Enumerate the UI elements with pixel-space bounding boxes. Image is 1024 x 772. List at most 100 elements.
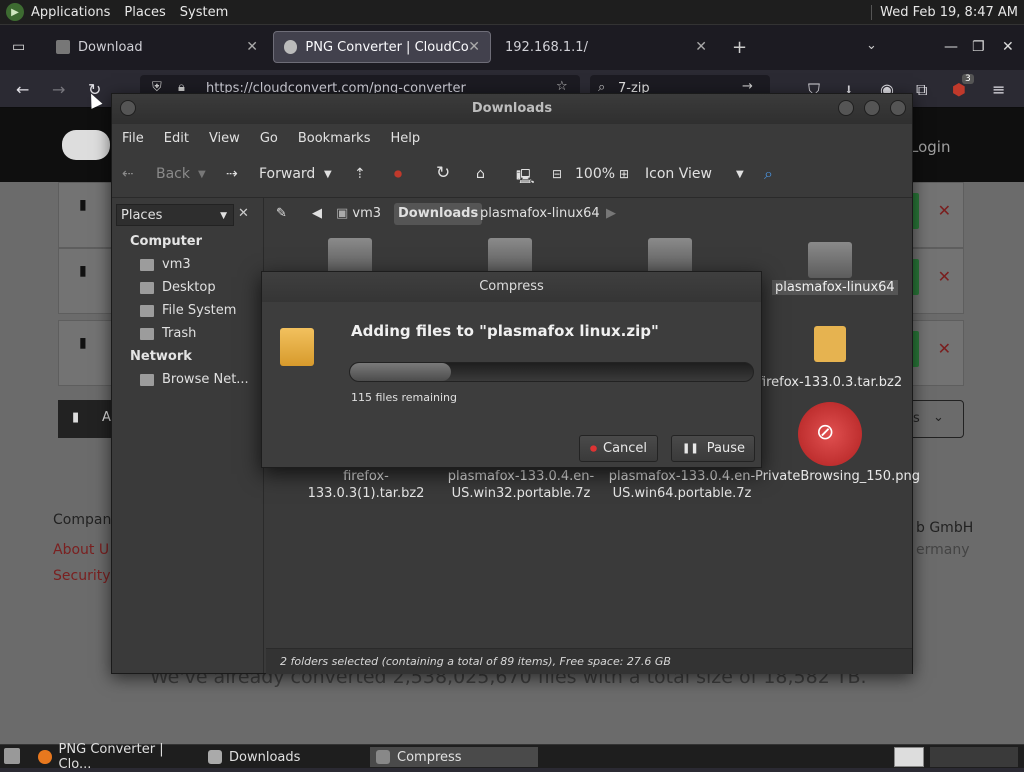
- sidebar-item-filesystem[interactable]: File System: [140, 303, 236, 318]
- menu-file[interactable]: File: [122, 131, 144, 146]
- close-window-icon[interactable]: ✕: [1002, 39, 1014, 55]
- close-sidebar-icon[interactable]: ✕: [238, 206, 249, 221]
- panel-menu-applications[interactable]: Applications: [24, 5, 117, 20]
- breadcrumb-vm3[interactable]: ▣ vm3: [332, 203, 385, 225]
- drive-icon: [140, 304, 154, 317]
- file-label-plasmafox-win64[interactable]: plasmafox-133.0.4.en-US.win64.portable.7…: [607, 468, 757, 502]
- file-label-firefox[interactable]: firefox-133.0.3.tar.bz2: [755, 374, 905, 391]
- login-link[interactable]: Login: [910, 138, 950, 156]
- maximize-icon[interactable]: ❐: [972, 39, 985, 55]
- back-button[interactable]: Back: [156, 166, 190, 182]
- panel-menu-system[interactable]: System: [173, 5, 235, 20]
- minimize-icon[interactable]: [838, 100, 854, 116]
- back-history-chevron-icon[interactable]: ▼: [198, 169, 206, 180]
- add-files-button[interactable]: ▮ A: [58, 400, 118, 438]
- folder-icon[interactable]: [488, 238, 532, 274]
- forward-history-chevron-icon[interactable]: ▼: [324, 169, 332, 180]
- home-icon[interactable]: ⌂: [476, 166, 485, 182]
- hamburger-menu-icon[interactable]: ≡: [992, 80, 1005, 99]
- up-arrow-icon[interactable]: ⇡: [354, 166, 366, 182]
- menu-go[interactable]: Go: [260, 131, 278, 146]
- workspace-switcher-empty[interactable]: [930, 747, 1018, 767]
- footer-about-link[interactable]: About U: [53, 542, 109, 558]
- taskbar-item-compress[interactable]: Compress: [370, 747, 538, 767]
- tab-close-icon[interactable]: ✕: [468, 39, 480, 55]
- private-browsing-image-icon[interactable]: ⊘: [798, 402, 862, 466]
- workspace-switcher[interactable]: [894, 747, 924, 767]
- archive-icon[interactable]: [814, 326, 846, 362]
- footer-company-heading: Compan: [53, 512, 112, 528]
- file-label-private-png[interactable]: PrivateBrowsing_150.png: [755, 468, 920, 485]
- zoom-out-icon[interactable]: ⊟: [552, 167, 562, 181]
- pause-button-label: Pause: [706, 441, 745, 456]
- view-mode-select[interactable]: Icon View: [645, 166, 712, 182]
- tab-png-converter[interactable]: PNG Converter | CloudConv ✕: [273, 31, 491, 63]
- panel-clock[interactable]: Wed Feb 19, 8:47 AM: [871, 4, 1024, 20]
- zoom-level[interactable]: 100%: [575, 166, 615, 182]
- tab-close-icon[interactable]: ✕: [246, 39, 258, 55]
- file-label-plasmafox-win32[interactable]: plasmafox-133.0.4.en-US.win32.portable.7…: [446, 468, 596, 502]
- forward-arrow-icon[interactable]: →: [52, 80, 65, 99]
- taskbar-item-firefox[interactable]: PNG Converter | Clo...: [32, 742, 202, 772]
- cancel-button[interactable]: ⏺ Cancel: [579, 435, 659, 462]
- new-tab-icon[interactable]: +: [732, 37, 747, 58]
- sidebar-selector[interactable]: Places ▼: [116, 204, 234, 226]
- window-menu-icon[interactable]: [120, 100, 136, 116]
- breadcrumb-left-icon[interactable]: ◀: [308, 203, 326, 225]
- folder-icon[interactable]: [648, 238, 692, 274]
- breadcrumb-plasmafox[interactable]: plasmafox-linux64: [476, 203, 604, 225]
- menu-help[interactable]: Help: [390, 131, 420, 146]
- edit-location-icon[interactable]: ✎: [272, 203, 291, 225]
- menu-edit[interactable]: Edit: [164, 131, 189, 146]
- stop-icon[interactable]: ⏺: [394, 164, 402, 184]
- close-window-icon[interactable]: [890, 100, 906, 116]
- cloudconvert-logo-icon[interactable]: [62, 130, 110, 160]
- remove-file-icon[interactable]: ✕: [938, 201, 951, 220]
- file-label-firefox-1[interactable]: firefox-133.0.3(1).tar.bz2: [291, 468, 441, 502]
- tab-download[interactable]: Download ✕: [46, 31, 268, 63]
- forward-button[interactable]: Forward: [259, 166, 315, 182]
- sidebar-selector-label: Places: [121, 208, 163, 223]
- forward-arrow-icon[interactable]: ⇢: [226, 166, 238, 182]
- bookmark-star-icon[interactable]: ☆: [556, 79, 568, 94]
- remove-file-icon[interactable]: ✕: [938, 267, 951, 286]
- sidebar-item-trash[interactable]: Trash: [140, 326, 196, 341]
- folder-icon[interactable]: [808, 242, 852, 278]
- minimize-icon[interactable]: —: [944, 39, 958, 55]
- tab-close-icon[interactable]: ✕: [695, 39, 707, 55]
- sidebar-item-vm3[interactable]: vm3: [140, 257, 191, 272]
- search-icon[interactable]: ⌕: [764, 164, 773, 184]
- back-arrow-icon[interactable]: ⇠: [122, 166, 134, 182]
- taskbar-item-downloads[interactable]: Downloads: [202, 747, 368, 767]
- search-go-icon[interactable]: →: [742, 79, 753, 94]
- tab-label: PNG Converter | CloudConv: [305, 39, 469, 55]
- eye-slash-icon: ⊘: [816, 420, 835, 445]
- chevron-down-icon: ⌄: [933, 410, 944, 425]
- maximize-icon[interactable]: [864, 100, 880, 116]
- file-label-plasmafox-folder[interactable]: plasmafox-linux64: [772, 280, 898, 295]
- footer-security-link[interactable]: Security: [53, 568, 111, 584]
- breadcrumb-downloads[interactable]: Downloads: [394, 203, 483, 225]
- back-arrow-icon[interactable]: ←: [16, 80, 29, 99]
- panel-menu-places[interactable]: Places: [117, 5, 172, 20]
- tab-router[interactable]: 192.168.1.1/ ✕: [495, 31, 717, 63]
- folder-icon[interactable]: [328, 238, 372, 274]
- zoom-in-icon[interactable]: ⊞: [619, 167, 629, 181]
- reload-icon[interactable]: ↻: [436, 163, 450, 183]
- pause-button[interactable]: ❚❚ Pause: [671, 435, 755, 462]
- remove-file-icon[interactable]: ✕: [938, 339, 951, 358]
- tab-list-chevron-icon[interactable]: ⌄: [866, 38, 877, 53]
- tab-overview-icon[interactable]: ▭: [12, 39, 25, 55]
- breadcrumb-right-icon[interactable]: ▶: [602, 203, 620, 225]
- sidebar-item-desktop[interactable]: Desktop: [140, 280, 216, 295]
- menu-bookmarks[interactable]: Bookmarks: [298, 131, 371, 146]
- computer-icon[interactable]: 🖳︎: [516, 166, 535, 190]
- view-mode-chevron-icon[interactable]: ▼: [736, 169, 744, 180]
- show-desktop-icon[interactable]: [4, 748, 20, 764]
- add-button-label: A: [102, 410, 111, 425]
- progress-bar-fill: [350, 363, 451, 381]
- mate-logo-icon[interactable]: ▶: [6, 3, 24, 21]
- menu-view[interactable]: View: [209, 131, 240, 146]
- sidebar-item-browse-network[interactable]: Browse Net...: [140, 372, 249, 387]
- extensions-icon[interactable]: ⧉: [916, 80, 927, 100]
